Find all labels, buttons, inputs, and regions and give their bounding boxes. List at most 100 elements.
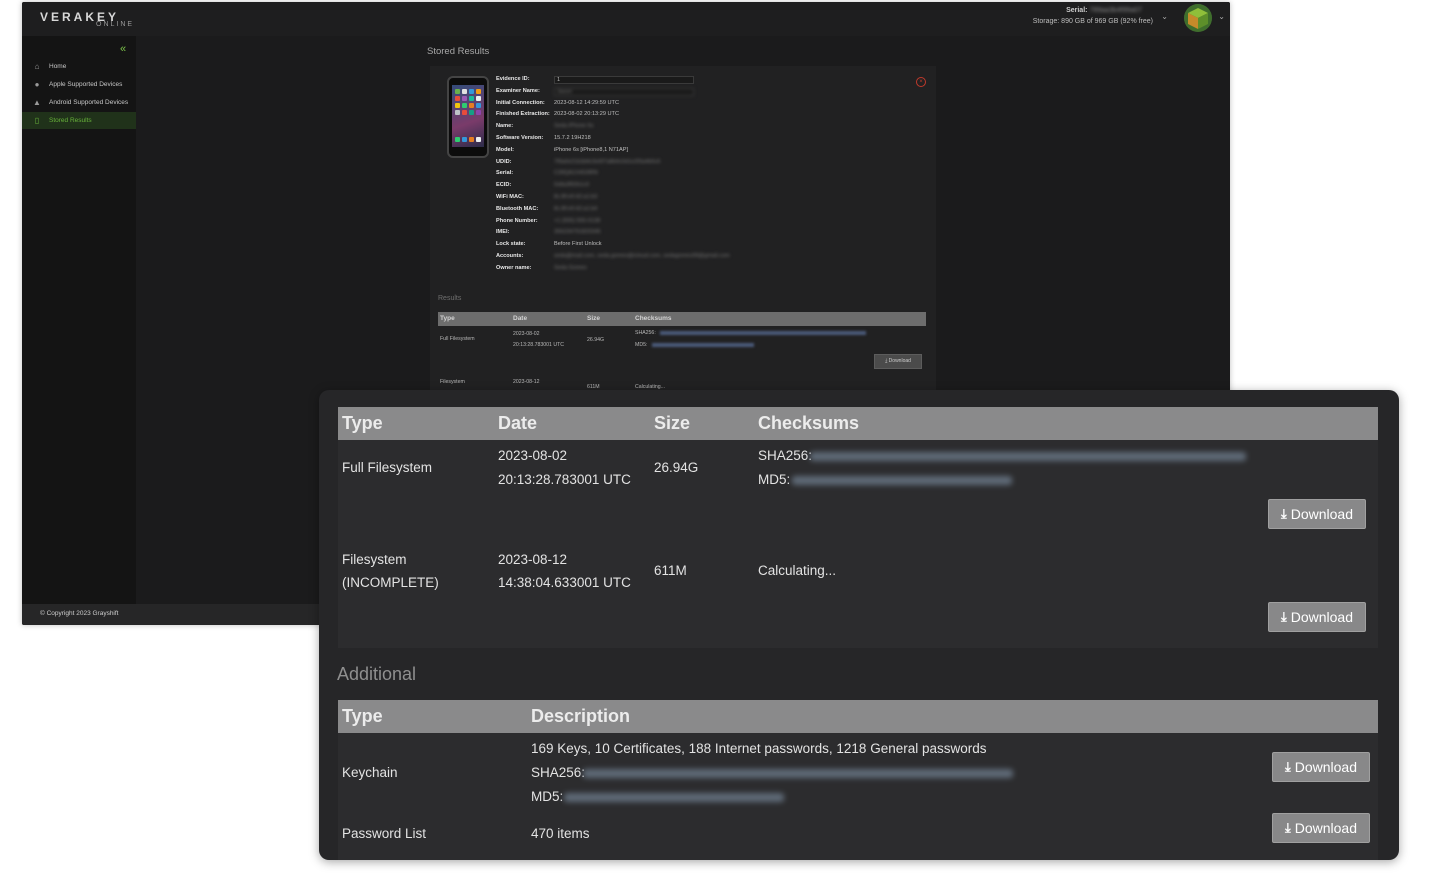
results-zoom-panel: Type Date Size Checksums Full Filesystem…: [319, 390, 1399, 860]
result-size: 611M: [654, 563, 687, 578]
column-header-size: Size: [654, 413, 691, 433]
detail-key: Serial:: [496, 170, 514, 177]
additional-description: 470 items: [531, 826, 590, 841]
download-icon: ⤓: [1280, 506, 1287, 521]
additional-type: Password List: [342, 826, 427, 841]
sidebar-item-label: Stored Results: [49, 117, 92, 124]
result-type: Filesystem: [440, 379, 465, 385]
collapse-sidebar-icon[interactable]: «: [120, 43, 126, 55]
detail-row: Lock state: Before First Unlock: [496, 241, 602, 252]
serial-value: 789aa3b4f99a07: [1089, 7, 1142, 14]
sidebar-item-home[interactable]: ⌂ Home: [22, 58, 136, 75]
sha256-value: [660, 331, 866, 335]
column-header-date: Date: [498, 413, 538, 433]
detail-row: Bluetooth MAC: 8c:8f:e9:42:a1:b4: [496, 206, 597, 217]
detail-key: Name:: [496, 123, 514, 130]
sha256-value: [810, 452, 1246, 461]
sidebar-item-stored-results[interactable]: ▯ Stored Results: [22, 112, 136, 129]
detail-key: Examiner Name:: [496, 87, 540, 94]
column-header-description: Description: [531, 706, 631, 726]
detail-row: WiFi MAC: 8c:8f:e9:42:a1:b3: [496, 194, 597, 205]
results-table-header: Type Date Size Checksums: [338, 407, 1378, 440]
download-button[interactable]: ⤓ Download: [1272, 752, 1370, 782]
detail-value: 356234791820345: [554, 229, 601, 236]
detail-input[interactable]: 1: [554, 76, 694, 84]
detail-key: Accounts:: [496, 253, 524, 259]
detail-key: ECID:: [496, 182, 512, 189]
column-header-type: Type: [342, 706, 383, 726]
detail-value: iPhone 6s [iPhone8,1 N71AP]: [554, 146, 629, 153]
sha256-label: SHA256:: [531, 765, 586, 780]
md5-label: MD5:: [635, 342, 648, 348]
result-type-status: (INCOMPLETE): [342, 575, 439, 590]
download-button[interactable]: ⤓ Download: [1268, 602, 1366, 632]
detail-input[interactable]: Jason: [554, 87, 694, 96]
md5-value: [652, 343, 754, 347]
sidebar: « ⌂ Home ● Apple Supported Devices ▲ And…: [22, 36, 136, 604]
copyright-text: © Copyright 2023 Grayshift: [40, 610, 119, 617]
detail-row: Evidence ID: 1: [496, 76, 694, 87]
results-table: Type Date Size Checksums Full Filesystem…: [338, 407, 1378, 648]
detail-key: Evidence ID:: [496, 76, 530, 82]
column-header: Checksums: [635, 315, 672, 322]
download-button[interactable]: ⤓ Download: [1268, 499, 1366, 529]
md5-label: MD5:: [758, 472, 791, 487]
chevron-down-icon[interactable]: ⌄: [1161, 12, 1168, 21]
app-logo-subtitle: ONLINE: [96, 21, 135, 28]
download-label: Download: [1290, 609, 1353, 625]
result-checksum: Calculating...: [758, 563, 837, 578]
column-header: Date: [513, 315, 528, 322]
detail-value: 0x8a3f92b1c0: [554, 182, 590, 189]
detail-key: Finished Extraction:: [496, 111, 550, 118]
sidebar-item-apple-devices[interactable]: ● Apple Supported Devices: [22, 76, 136, 93]
detail-row: Phone Number: +1 (555) 555-0138: [496, 218, 600, 229]
device-detail-card: × Evidence ID: 1 Examiner Name: Jason Initia…: [430, 66, 936, 390]
sidebar-item-label: Home: [49, 63, 67, 70]
detail-value: 15.7.2 19H218: [554, 135, 591, 141]
download-button[interactable]: ⤓ Download: [1272, 813, 1370, 843]
result-type: Filesystem: [342, 552, 407, 567]
serial-readout: Serial: 789aa3b4f99a07: [1066, 7, 1142, 14]
result-date: 2023-08-12: [498, 552, 568, 567]
additional-section-title: Additional: [337, 664, 417, 684]
column-header: Size: [587, 315, 601, 322]
column-header: Type: [440, 315, 455, 322]
results-label: Results: [438, 295, 462, 302]
result-date: 2023-08-02: [498, 448, 568, 463]
detail-row: Accounts: seda@mail.com, seda.gomes@iclou…: [496, 253, 730, 264]
download-label: Download: [1294, 820, 1357, 836]
close-icon[interactable]: ×: [916, 77, 926, 87]
download-icon: ⤓: [1280, 609, 1287, 624]
chevron-down-icon[interactable]: ⌄: [1218, 12, 1225, 21]
detail-key: Owner name:: [496, 264, 532, 271]
avatar[interactable]: [1184, 4, 1212, 32]
sha256-label: SHA256:: [758, 448, 813, 463]
home-icon: ⌂: [34, 62, 40, 71]
android-icon: ▲: [33, 98, 41, 107]
result-type: Full Filesystem: [440, 336, 475, 342]
detail-row: IMEI: 356234791820345: [496, 229, 601, 240]
additional-table-header: Type Description: [338, 700, 1378, 733]
column-header-type: Type: [342, 413, 383, 433]
download-button[interactable]: ⤓ Download: [874, 354, 922, 369]
md5-value: [564, 793, 784, 802]
download-label: Download: [888, 358, 911, 364]
detail-key: Phone Number:: [496, 217, 538, 224]
phone-icon: ▯: [34, 116, 40, 125]
detail-row: Software Version: 15.7.2 19H218: [496, 135, 591, 146]
additional-type: Keychain: [342, 765, 398, 780]
detail-key: IMEI:: [496, 229, 510, 236]
result-size: 26.94G: [587, 337, 605, 343]
detail-value: 2023-08-02 20:13:29 UTC: [554, 111, 619, 118]
sidebar-item-label: Apple Supported Devices: [49, 81, 123, 88]
result-size: 26.94G: [654, 460, 699, 475]
detail-value: 7f9a0e21b3d4c5e6f7a8b9c0d1e2f3a4b5c6: [554, 158, 661, 165]
download-label: Download: [1294, 759, 1357, 775]
result-type: Full Filesystem: [342, 460, 433, 475]
top-bar: VERAKEY ONLINE Serial: 789aa3b4f99a07 St…: [22, 2, 1230, 36]
sidebar-item-android-devices[interactable]: ▲ Android Supported Devices: [22, 94, 136, 111]
detail-key: Software Version:: [496, 135, 544, 141]
detail-row: Examiner Name: Jason: [496, 87, 694, 99]
detail-value: Seda Gomes: [554, 264, 587, 271]
detail-value: Seda iPhone 6s: [554, 123, 594, 130]
